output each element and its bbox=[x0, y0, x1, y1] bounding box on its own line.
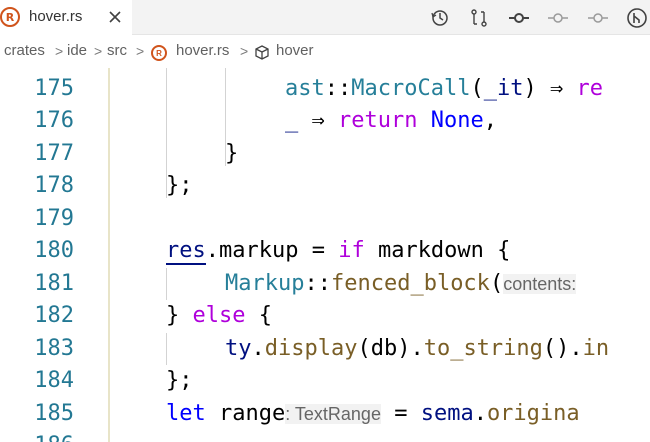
code-line: } else { bbox=[166, 300, 272, 332]
code-line: ty.display(db).to_string().in bbox=[225, 333, 609, 365]
code-token: :: bbox=[304, 271, 331, 296]
code-token: display bbox=[264, 336, 358, 361]
compare-changes-icon[interactable] bbox=[467, 6, 491, 30]
code-line: _ ⇒ return None, bbox=[285, 105, 497, 137]
code-token: (). bbox=[542, 336, 583, 361]
tab-label: hover.rs bbox=[29, 8, 83, 25]
tab-hover-rs[interactable]: R hover.rs bbox=[0, 0, 132, 35]
breadcrumb-separator: > bbox=[240, 43, 249, 59]
breadcrumb-separator: > bbox=[94, 43, 103, 59]
code-token: res bbox=[166, 238, 206, 265]
code-token: .markup = bbox=[205, 238, 339, 263]
indent-guide bbox=[166, 268, 167, 300]
code-token: . bbox=[473, 401, 487, 426]
code-token: }; bbox=[166, 368, 193, 393]
code-token: ) bbox=[523, 76, 550, 101]
code-token: re bbox=[576, 76, 603, 101]
code-line: ast::MacroCall(_it) ⇒ re bbox=[285, 73, 603, 105]
line-number-gutter: 175 176 177 178 179 180 181 182 183 184 … bbox=[0, 68, 110, 442]
code-token: in bbox=[582, 336, 610, 361]
code-token: Markup bbox=[225, 271, 305, 296]
code-line: }; bbox=[166, 170, 193, 202]
line-number: 176 bbox=[34, 108, 74, 133]
line-number: 179 bbox=[34, 206, 74, 231]
breadcrumb-item-src[interactable]: src bbox=[107, 42, 127, 59]
code-token: ⇒ bbox=[311, 108, 338, 133]
code-token: sema bbox=[420, 401, 474, 426]
breadcrumb-item-hover-rs[interactable]: hover.rs bbox=[176, 42, 229, 59]
code-line: res.markup = if markdown { bbox=[166, 235, 510, 267]
code-token: { bbox=[258, 303, 272, 328]
inlay-hint: contents: bbox=[503, 274, 577, 294]
inlay-hint: : TextRange bbox=[285, 404, 381, 424]
code-token: to_string bbox=[423, 336, 543, 361]
code-token: . bbox=[251, 336, 265, 361]
git-lens-icon[interactable] bbox=[625, 6, 649, 30]
line-number: 183 bbox=[34, 336, 74, 361]
code-token: range bbox=[218, 401, 286, 426]
code-line: } bbox=[225, 138, 238, 170]
code-line: let range: TextRange = sema.origina bbox=[166, 398, 580, 430]
git-commit-icon[interactable] bbox=[507, 6, 531, 30]
breadcrumb-item-hover[interactable]: hover bbox=[276, 42, 314, 59]
code-token: _it bbox=[483, 76, 524, 101]
code-token: ⇒ bbox=[549, 76, 577, 101]
code-token: } bbox=[225, 141, 239, 166]
editor-tab-bar: R hover.rs bbox=[0, 0, 650, 35]
line-number: 182 bbox=[34, 303, 74, 328]
code-token: ( bbox=[489, 271, 504, 296]
breadcrumb-separator: > bbox=[55, 43, 64, 59]
module-symbol-icon bbox=[253, 44, 271, 62]
code-token: } bbox=[166, 303, 193, 328]
line-number: 180 bbox=[34, 238, 74, 263]
code-token: markdown { bbox=[377, 238, 511, 263]
code-token: let bbox=[166, 401, 219, 426]
breadcrumb-item-crates[interactable]: crates bbox=[4, 42, 45, 59]
code-line: }; bbox=[166, 365, 193, 397]
code-token: ast bbox=[285, 76, 325, 101]
code-token: (db). bbox=[357, 336, 424, 361]
code-token: None bbox=[430, 108, 484, 133]
rust-file-icon: R bbox=[151, 45, 167, 61]
code-editor[interactable]: ast::MacroCall(_it) ⇒ re _ ⇒ return None… bbox=[110, 68, 650, 442]
timeline-icon[interactable] bbox=[428, 6, 452, 30]
code-token: else bbox=[192, 303, 259, 328]
next-change-icon[interactable] bbox=[586, 6, 610, 30]
close-icon[interactable] bbox=[104, 6, 126, 28]
line-number: 186 bbox=[0, 430, 74, 442]
rust-file-icon: R bbox=[0, 7, 20, 27]
code-token: if bbox=[338, 238, 378, 263]
code-token: ( bbox=[470, 76, 484, 101]
code-token: MacroCall bbox=[351, 76, 471, 101]
breadcrumb-separator: > bbox=[136, 43, 145, 59]
code-token: :: bbox=[324, 76, 352, 101]
code-token: return bbox=[338, 108, 431, 133]
code-token: , bbox=[483, 108, 497, 133]
code-token: = bbox=[380, 401, 421, 426]
line-number: 185 bbox=[34, 401, 74, 426]
code-token: _ bbox=[285, 108, 312, 133]
code-token: fenced_block bbox=[330, 271, 490, 296]
line-number: 175 bbox=[34, 76, 74, 101]
line-number: 177 bbox=[34, 141, 74, 166]
previous-change-icon[interactable] bbox=[546, 6, 570, 30]
code-token: }; bbox=[166, 173, 193, 198]
line-number: 181 bbox=[34, 271, 74, 296]
line-number: 178 bbox=[34, 173, 74, 198]
line-number: 184 bbox=[34, 368, 74, 393]
code-token: origina bbox=[486, 401, 580, 426]
breadcrumb-item-ide[interactable]: ide bbox=[67, 42, 87, 59]
indent-guide bbox=[166, 333, 167, 365]
breadcrumb: crates > ide > src > R hover.rs > hover bbox=[0, 36, 650, 68]
code-line: Markup::fenced_block(contents: bbox=[225, 268, 577, 300]
code-token: ty bbox=[225, 336, 252, 361]
